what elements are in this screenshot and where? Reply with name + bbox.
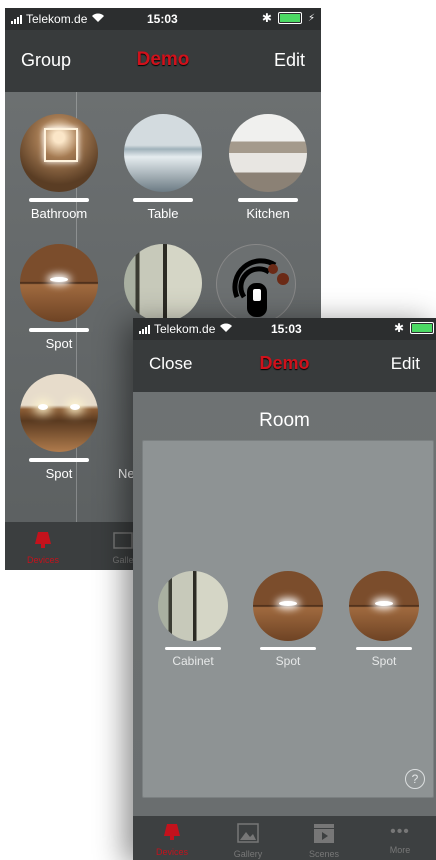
device-tile-spot-2[interactable]: Spot: [14, 374, 104, 481]
tile-brightness-bar: [133, 198, 193, 202]
bluetooth-icon: ✱: [393, 321, 404, 335]
tab-label: Scenes: [308, 849, 340, 859]
signal-icon: [11, 14, 22, 24]
help-button[interactable]: ?: [405, 769, 425, 789]
nav-bar: Group Demo Edit: [5, 30, 321, 92]
signal-icon: [139, 324, 150, 334]
device-tile-new-partial[interactable]: Ne: [93, 374, 135, 481]
spot-image: [253, 571, 323, 641]
room-title: Room: [259, 410, 310, 431]
nav-bar: Close Demo Edit: [133, 340, 436, 392]
tab-devices[interactable]: Devices: [137, 822, 207, 857]
edit-button[interactable]: Edit: [274, 50, 305, 71]
device-tile-spot[interactable]: Spot: [14, 244, 104, 351]
front-screen: Telekom.de 15:03 ✱ Close Demo Edit Room …: [133, 318, 436, 860]
tile-brightness-bar: [238, 198, 298, 202]
more-dots-icon: •••: [390, 823, 410, 840]
cabinet-image: [158, 571, 228, 641]
tile-label: Bathroom: [30, 206, 88, 221]
battery-icon: [277, 12, 302, 24]
cabinet-image: [124, 244, 202, 322]
tile-brightness-bar: [356, 647, 412, 650]
spot-image: [20, 244, 98, 322]
charging-icon: ⚡: [307, 12, 315, 24]
tile-label: Ne: [118, 466, 135, 481]
edit-button[interactable]: Edit: [391, 354, 420, 374]
tab-label: More: [389, 845, 411, 855]
carrier-label: Telekom.de: [154, 322, 216, 336]
tile-label: Spot: [45, 336, 73, 351]
spot-image: [20, 374, 98, 452]
device-tile-kitchen[interactable]: Kitchen: [223, 114, 313, 221]
tile-label: Table: [147, 206, 179, 221]
tab-label: Devices: [26, 555, 59, 565]
carrier-label: Telekom.de: [26, 12, 88, 26]
room-area: Room Cabinet Spot Spot ?: [133, 392, 436, 816]
remote-control-icon: [216, 244, 296, 324]
status-right: ✱ ⚡: [262, 11, 315, 25]
tile-brightness-bar: [165, 647, 221, 650]
tab-scenes[interactable]: Scenes: [289, 822, 359, 859]
status-time: 15:03: [147, 12, 178, 26]
tab-more[interactable]: ••• More: [365, 822, 435, 855]
device-tile-cabinet-partial[interactable]: [118, 244, 208, 322]
wifi-icon: [91, 12, 105, 26]
tab-label: Devices: [155, 847, 188, 857]
tile-brightness-bar: [29, 198, 89, 202]
wifi-icon: [219, 322, 233, 336]
tile-label: Kitchen: [246, 206, 290, 221]
device-tile-spot[interactable]: Spot: [248, 571, 328, 668]
tab-label: Galle: [112, 555, 134, 565]
status-bar: Telekom.de 15:03 ✱: [133, 318, 436, 340]
carrier-group: Telekom.de: [139, 322, 233, 336]
device-tile-remote[interactable]: [211, 244, 301, 324]
status-time: 15:03: [271, 322, 302, 336]
room-box: Cabinet Spot Spot ?: [142, 440, 434, 798]
tile-label: Cabinet: [172, 654, 214, 668]
table-image: [124, 114, 202, 192]
tile-brightness-bar: [29, 328, 89, 332]
device-tile-table[interactable]: Table: [118, 114, 208, 221]
bathroom-image: [20, 114, 98, 192]
tab-label: Gallery: [233, 849, 263, 859]
tile-brightness-bar: [29, 458, 89, 462]
status-right: ✱: [394, 321, 434, 335]
lamp-icon: [137, 822, 207, 844]
bluetooth-icon: ✱: [261, 11, 272, 25]
tile-brightness-bar: [260, 647, 316, 650]
device-tile-spot-2[interactable]: Spot: [344, 571, 424, 668]
kitchen-image: [229, 114, 307, 192]
carrier-group: Telekom.de: [11, 12, 105, 26]
lamp-icon: [13, 530, 73, 552]
tile-label: Spot: [371, 654, 397, 668]
tile-label: Spot: [275, 654, 301, 668]
status-bar: Telekom.de 15:03 ✱ ⚡: [5, 8, 321, 30]
gallery-icon: [213, 822, 283, 846]
clapperboard-icon: [289, 822, 359, 846]
spot-image: [349, 571, 419, 641]
device-tile-bathroom[interactable]: Bathroom: [14, 114, 104, 221]
tab-gallery[interactable]: Gallery: [213, 822, 283, 859]
device-tile-cabinet[interactable]: Cabinet: [153, 571, 233, 668]
battery-icon: [410, 322, 434, 334]
tile-label: Spot: [45, 466, 73, 481]
tab-devices[interactable]: Devices: [13, 530, 73, 565]
tab-bar: Devices Gallery Scenes ••• More: [133, 816, 436, 860]
